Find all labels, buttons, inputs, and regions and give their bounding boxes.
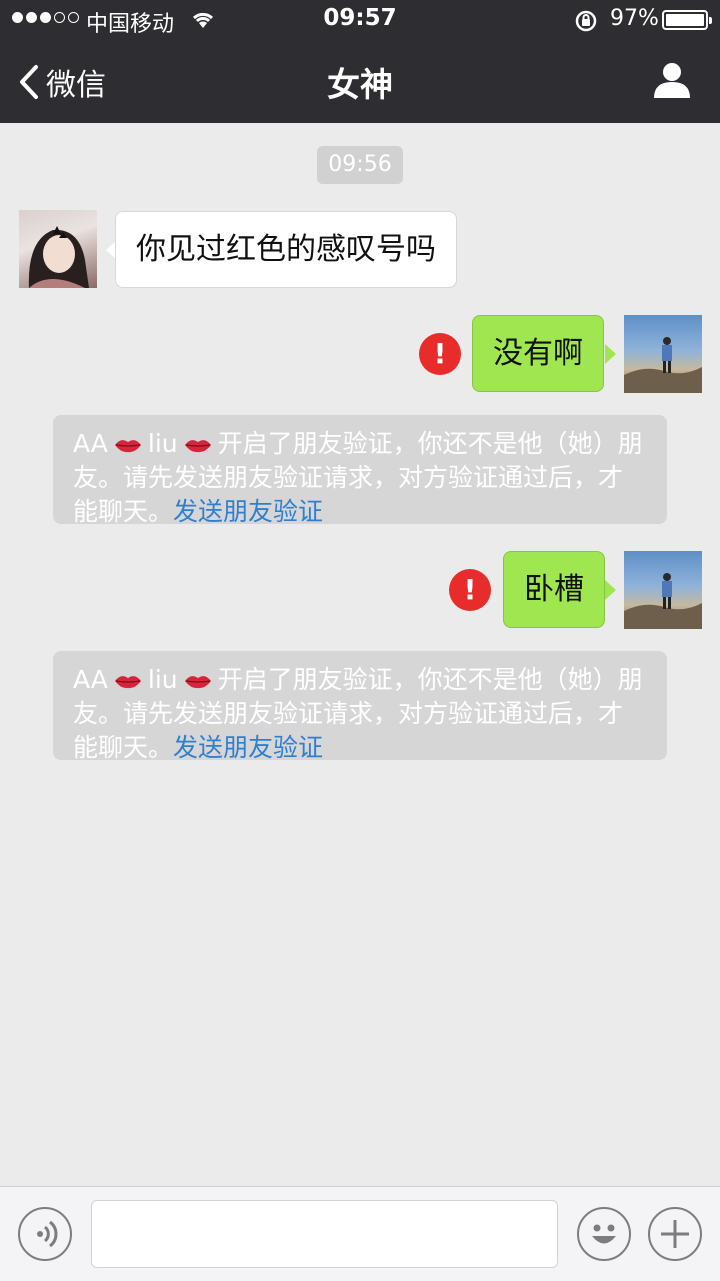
emoji-button[interactable] (577, 1207, 631, 1261)
lips-icon (184, 440, 211, 453)
contact-photo (28, 226, 89, 288)
lips-icon (114, 676, 141, 689)
notice-name-part2: liu (147, 429, 178, 458)
page-title: 女神 (327, 65, 393, 104)
lips-icon (184, 676, 211, 689)
battery-icon (662, 10, 712, 30)
my-avatar[interactable] (624, 315, 702, 393)
emoji-icon (592, 1224, 616, 1244)
outgoing-message-bubble[interactable]: 卧槽 (503, 551, 605, 628)
friend-verification-notice: AA liu 开启了朋友验证，你还不是他（她）朋友。请先发送朋友验证请求，对方验证通… (53, 415, 667, 526)
nav-bar: 微信 女神 (0, 40, 720, 123)
voice-icon (37, 1220, 58, 1248)
notice-name-part2: liu (147, 665, 178, 694)
message-input[interactable] (91, 1200, 558, 1268)
message-timestamp: 09:56 (317, 146, 403, 184)
top-bar: 中国移动 09:57 97% 微信 女神 (0, 0, 720, 123)
voice-button[interactable] (18, 1207, 72, 1261)
send-failed-icon[interactable]: ! (419, 333, 461, 375)
bubble-tail (605, 580, 616, 600)
contact-avatar[interactable] (19, 210, 97, 288)
lips-icon (114, 440, 141, 453)
my-avatar[interactable] (624, 551, 702, 629)
friend-verification-notice: AA liu 开启了朋友验证，你还不是他（她）朋友。请先发送朋友验证请求，对方验证通… (53, 651, 667, 762)
outgoing-message-bubble[interactable]: 没有啊 (472, 315, 604, 392)
rotation-lock-icon (575, 10, 597, 32)
more-button[interactable] (648, 1207, 702, 1261)
battery-percent: 97% (610, 6, 659, 31)
input-bar (0, 1186, 720, 1281)
send-verification-link[interactable]: 发送朋友验证 (173, 733, 323, 762)
bubble-tail (605, 344, 616, 364)
incoming-message-bubble[interactable]: 你见过红色的感叹号吗 (115, 211, 457, 288)
status-bar: 中国移动 09:57 97% (0, 0, 720, 40)
my-photo (624, 337, 702, 393)
plus-icon (661, 1220, 689, 1248)
notice-name-part1: AA (73, 429, 108, 458)
person-icon[interactable] (652, 60, 692, 100)
notice-name-part1: AA (73, 665, 108, 694)
send-verification-link[interactable]: 发送朋友验证 (173, 497, 323, 526)
send-failed-icon[interactable]: ! (449, 569, 491, 611)
my-photo (624, 573, 702, 629)
